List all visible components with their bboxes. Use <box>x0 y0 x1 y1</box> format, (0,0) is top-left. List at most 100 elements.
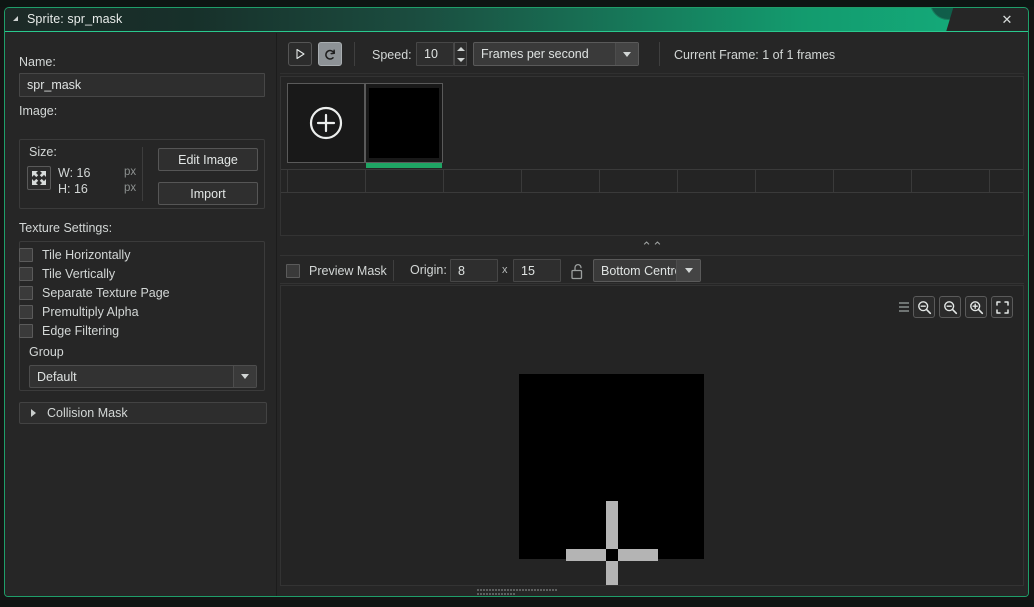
checkbox-row-premultiply-alpha[interactable]: Premultiply Alpha <box>19 303 139 321</box>
ruler-tick <box>755 170 756 192</box>
separate-texture-page-label: Separate Texture Page <box>42 286 170 300</box>
properties-panel: Name: spr_mask Image: Size: W: 16 H: 16 <box>5 33 277 596</box>
ruler-tick <box>989 170 990 192</box>
chevron-right-icon <box>31 409 36 417</box>
height-unit-label: px <box>124 182 137 194</box>
chevron-down-icon[interactable] <box>676 260 700 281</box>
frame-thumbnail-image <box>369 88 439 158</box>
tile-vertically-label: Tile Vertically <box>42 267 116 281</box>
zoom-out-button[interactable] <box>913 296 935 318</box>
ruler-tick <box>599 170 600 192</box>
origin-label: Origin: <box>410 263 447 277</box>
ruler-tick <box>911 170 912 192</box>
current-frame-label: Current Frame: 1 of 1 frames <box>674 48 836 62</box>
timeline-ruler[interactable] <box>281 169 1023 193</box>
magnifier-plus-icon <box>969 300 983 314</box>
unlocked-padlock-icon[interactable] <box>568 261 586 281</box>
ruler-tick <box>287 170 288 192</box>
texture-settings-label: Texture Settings: <box>19 221 113 235</box>
origin-preset-value: Bottom Centre <box>601 263 676 278</box>
size-group-divider <box>142 147 143 201</box>
sprite-width-value: W: 16 <box>58 166 91 180</box>
zoom-in-button[interactable] <box>965 296 987 318</box>
edit-image-button[interactable]: Edit Image <box>158 148 258 171</box>
backdrop-streak <box>0 600 1034 607</box>
origin-crosshair-vertical <box>606 501 618 585</box>
animation-toolbar: Speed: 10 Frames per second Current Fram… <box>280 36 1024 74</box>
premultiply-alpha-checkbox[interactable] <box>19 305 33 319</box>
collapse-triangle-icon[interactable] <box>13 16 18 21</box>
checkbox-row-tile-horizontally[interactable]: Tile Horizontally <box>19 246 130 264</box>
origin-y-input[interactable]: 15 <box>513 259 561 282</box>
chevron-double-up-icon[interactable]: ⌃⌃ <box>641 240 663 253</box>
speed-input[interactable]: 10 <box>416 42 454 66</box>
loop-icon <box>325 49 336 60</box>
checkbox-row-edge-filtering[interactable]: Edge Filtering <box>19 322 119 340</box>
sprite-preview-panel: Speed: 10 Frames per second Current Fram… <box>277 33 1028 596</box>
separate-texture-page-checkbox[interactable] <box>19 286 33 300</box>
sprite-name-input[interactable]: spr_mask <box>19 73 265 97</box>
ruler-tick <box>521 170 522 192</box>
play-button[interactable] <box>288 42 312 66</box>
stepper-up-icon[interactable] <box>456 46 465 51</box>
origin-separator-label: x <box>502 264 508 276</box>
name-label: Name: <box>19 55 56 69</box>
expand-brackets-icon <box>995 300 1009 314</box>
toolbar-separator <box>354 42 355 66</box>
chevron-down-icon[interactable] <box>233 366 256 387</box>
speed-stepper[interactable] <box>454 42 467 66</box>
tile-vertically-checkbox[interactable] <box>19 267 33 281</box>
add-circle-icon <box>309 106 343 140</box>
sprite-editor-window: Sprite: spr_mask ✕ Name: spr_mask Image:… <box>4 7 1029 597</box>
grip-icon[interactable] <box>899 299 909 315</box>
window-title: Sprite: spr_mask <box>27 12 123 26</box>
close-icon[interactable]: ✕ <box>986 8 1028 32</box>
image-label: Image: <box>19 104 58 118</box>
collapse-frames-bar[interactable]: ⌃⌃ <box>280 238 1024 254</box>
ruler-tick <box>443 170 444 192</box>
frame-selected-indicator <box>366 163 442 168</box>
tile-horizontally-label: Tile Horizontally <box>42 248 131 262</box>
origin-crosshair-center <box>606 549 618 561</box>
checkbox-row-separate-texture-page[interactable]: Separate Texture Page <box>19 284 170 302</box>
sprite-height-value: H: 16 <box>58 182 88 196</box>
tile-horizontally-checkbox[interactable] <box>19 248 33 262</box>
size-label: Size: <box>29 145 57 159</box>
stepper-down-icon[interactable] <box>456 57 465 62</box>
texture-group-dropdown[interactable]: Default <box>29 365 257 388</box>
window-titlebar[interactable]: Sprite: spr_mask ✕ <box>5 8 1028 32</box>
preview-mask-checkbox[interactable] <box>286 264 300 278</box>
edge-filtering-label: Edge Filtering <box>42 324 120 338</box>
origin-x-input[interactable]: 8 <box>450 259 498 282</box>
speed-units-dropdown[interactable]: Frames per second <box>473 42 639 66</box>
origin-toolbar: Preview Mask Origin: 8 x 15 Bottom Centr… <box>280 255 1024 284</box>
collision-mask-accordion[interactable]: Collision Mask <box>19 402 267 424</box>
window-resize-handle[interactable] <box>476 589 557 595</box>
backdrop-streak <box>0 0 1034 7</box>
play-icon <box>296 48 305 60</box>
texture-group-value: Default <box>37 369 77 384</box>
collision-mask-label: Collision Mask <box>47 406 128 420</box>
add-frame-button[interactable] <box>287 83 365 163</box>
preview-mask-row[interactable]: Preview Mask <box>286 262 387 280</box>
zoom-reset-button[interactable] <box>939 296 961 318</box>
checkbox-row-tile-vertically[interactable]: Tile Vertically <box>19 265 115 283</box>
chevron-down-icon[interactable] <box>615 43 638 65</box>
preview-mask-label: Preview Mask <box>309 264 387 278</box>
frame-thumbnail[interactable] <box>365 83 443 163</box>
toolbar-separator <box>659 42 660 66</box>
speed-units-value: Frames per second <box>481 47 589 61</box>
loop-button[interactable] <box>318 42 342 66</box>
canvas-zoom-toolbar <box>899 296 1013 318</box>
import-button[interactable]: Import <box>158 182 258 205</box>
group-label: Group <box>29 345 64 359</box>
magnifier-minus-icon <box>917 300 931 314</box>
width-unit-label: px <box>124 166 137 178</box>
fit-to-window-button[interactable] <box>991 296 1013 318</box>
origin-preset-dropdown[interactable]: Bottom Centre <box>593 259 701 282</box>
sprite-canvas[interactable] <box>280 285 1024 586</box>
ruler-tick <box>365 170 366 192</box>
edge-filtering-checkbox[interactable] <box>19 324 33 338</box>
magnifier-minus-icon <box>943 300 957 314</box>
resize-arrows-icon[interactable] <box>27 166 51 190</box>
